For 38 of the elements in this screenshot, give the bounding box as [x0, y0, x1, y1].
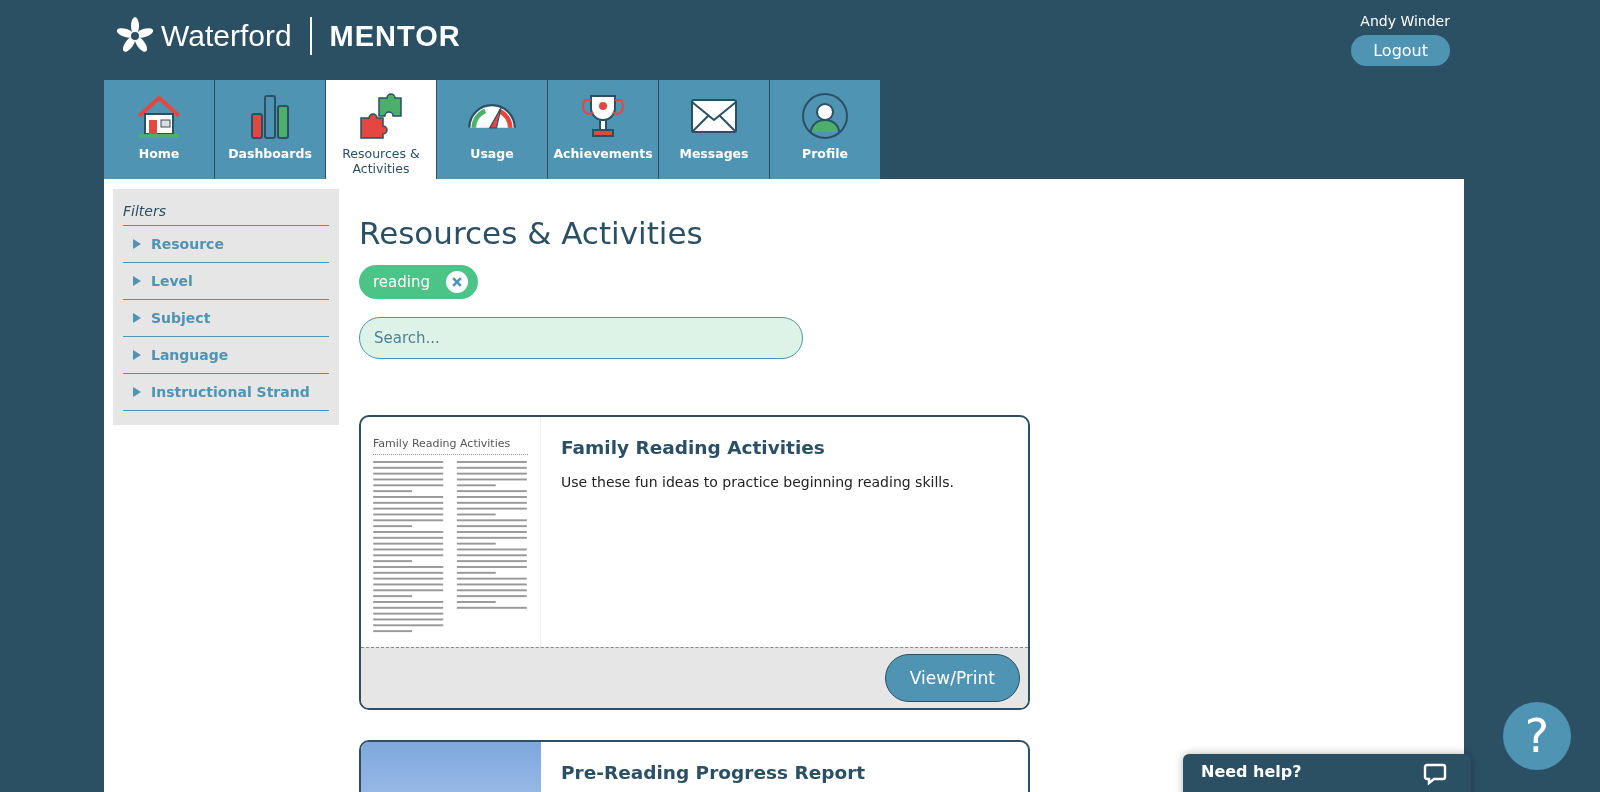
- card-description: Use these fun ideas to practice beginning reading skills.: [561, 474, 954, 490]
- triangle-icon: [133, 313, 141, 323]
- triangle-icon: [133, 276, 141, 286]
- chat-bubble-icon: [1423, 762, 1447, 786]
- logo-text: Waterford: [161, 19, 292, 53]
- triangle-icon: [133, 239, 141, 249]
- filters-heading: Filters: [123, 203, 329, 226]
- filter-item[interactable]: Level: [123, 263, 329, 300]
- nav-tab[interactable]: Messages: [659, 80, 770, 179]
- nav-tab[interactable]: Dashboards: [215, 80, 326, 179]
- filter-item[interactable]: Language: [123, 337, 329, 374]
- triangle-icon: [133, 387, 141, 397]
- close-icon[interactable]: [446, 271, 468, 293]
- view-print-button[interactable]: View/Print: [884, 654, 1020, 702]
- card-title: Pre-Reading Progress Report: [561, 762, 866, 783]
- user-name: Andy Winder: [1360, 13, 1450, 29]
- gauge-icon: [468, 104, 516, 129]
- help-chat-bar[interactable]: Need help?: [1183, 754, 1471, 792]
- nav-tab[interactable]: Resources & Activities: [326, 80, 437, 179]
- triangle-icon: [133, 350, 141, 360]
- filter-item[interactable]: Instructional Strand: [123, 374, 329, 411]
- product-name: MENTOR: [329, 19, 461, 53]
- filter-item[interactable]: Resource: [123, 226, 329, 263]
- logout-button[interactable]: Logout: [1351, 35, 1450, 66]
- preview-title: Family Reading Activities: [373, 437, 528, 455]
- trophy-icon: [579, 92, 627, 140]
- card-title: Family Reading Activities: [561, 437, 826, 458]
- filter-item[interactable]: Subject: [123, 300, 329, 337]
- page-title: Resources & Activities: [359, 215, 704, 251]
- puzzle-icon: [357, 92, 405, 140]
- nav-tab[interactable]: Achievements: [548, 80, 659, 179]
- search-field[interactable]: Search...: [359, 317, 803, 359]
- tag-label: reading: [373, 273, 430, 291]
- nav-tab[interactable]: Profile: [770, 80, 881, 179]
- person-icon: [801, 92, 849, 140]
- nav-tab[interactable]: Home: [104, 80, 215, 179]
- help-button[interactable]: ?: [1503, 702, 1571, 770]
- nav-tab[interactable]: Usage: [437, 80, 548, 179]
